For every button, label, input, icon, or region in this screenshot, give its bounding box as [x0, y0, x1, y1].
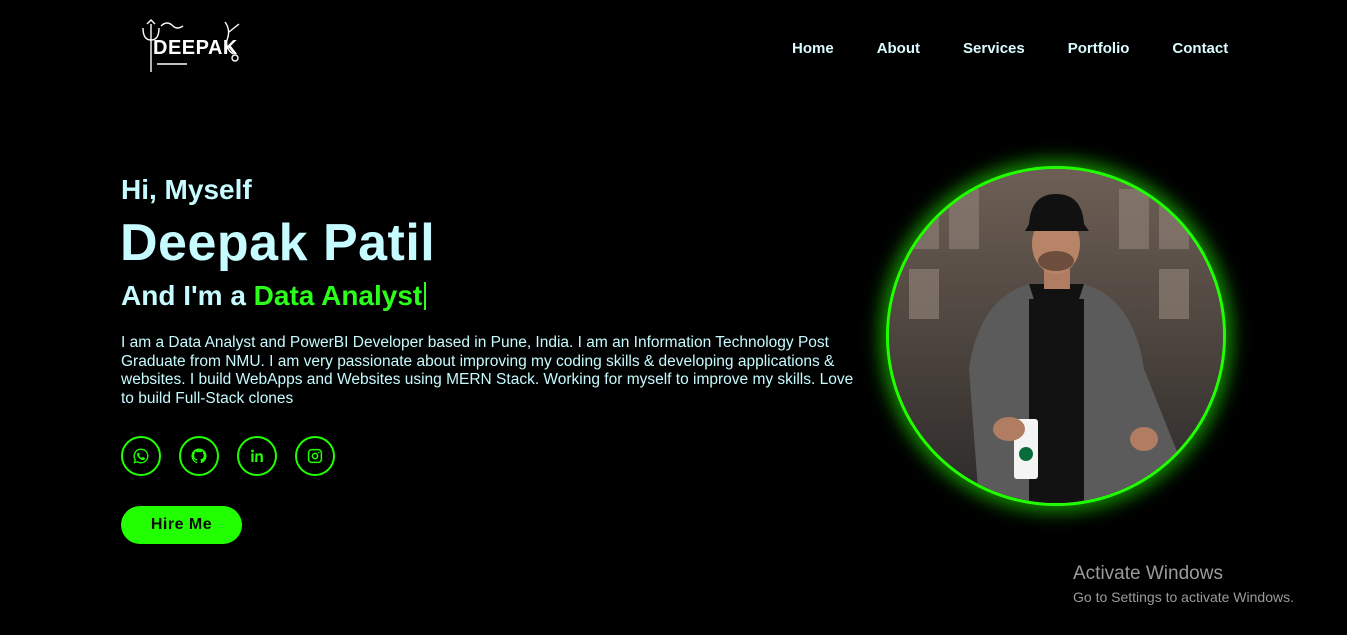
main-nav: Home About Services Portfolio Contact	[792, 40, 1228, 57]
logo-text: DEEPAK	[153, 37, 238, 59]
activate-windows-title: Activate Windows	[1073, 563, 1223, 584]
instagram-link[interactable]	[295, 436, 335, 476]
social-links	[121, 436, 335, 476]
nav-portfolio[interactable]: Portfolio	[1068, 40, 1130, 57]
hero-role: And I'm a Data Analyst	[121, 280, 427, 312]
profile-photo	[886, 166, 1226, 506]
hero-greeting: Hi, Myself	[121, 174, 252, 205]
nav-about[interactable]: About	[877, 40, 920, 57]
nav-services[interactable]: Services	[963, 40, 1025, 57]
hire-me-button[interactable]: Hire Me	[121, 506, 242, 544]
hero-role-typed: Data Analyst	[253, 280, 423, 311]
activate-windows-subtitle: Go to Settings to activate Windows.	[1073, 589, 1294, 605]
whatsapp-icon	[133, 448, 149, 464]
hero-bio: I am a Data Analyst and PowerBI Develope…	[121, 334, 854, 407]
hero-name: Deepak Patil	[120, 214, 436, 272]
nav-contact[interactable]: Contact	[1172, 40, 1228, 57]
hero-role-prefix: And I'm a	[121, 280, 254, 311]
typing-caret	[424, 282, 427, 310]
instagram-icon	[307, 448, 323, 464]
linkedin-link[interactable]	[237, 436, 277, 476]
profile-photo-illustration	[889, 169, 1223, 503]
github-icon	[191, 448, 207, 464]
linkedin-icon	[251, 449, 263, 462]
nav-home[interactable]: Home	[792, 40, 834, 57]
page: DEEPAK Home About Services Portfolio Con…	[0, 0, 1347, 635]
github-link[interactable]	[179, 436, 219, 476]
whatsapp-link[interactable]	[121, 436, 161, 476]
